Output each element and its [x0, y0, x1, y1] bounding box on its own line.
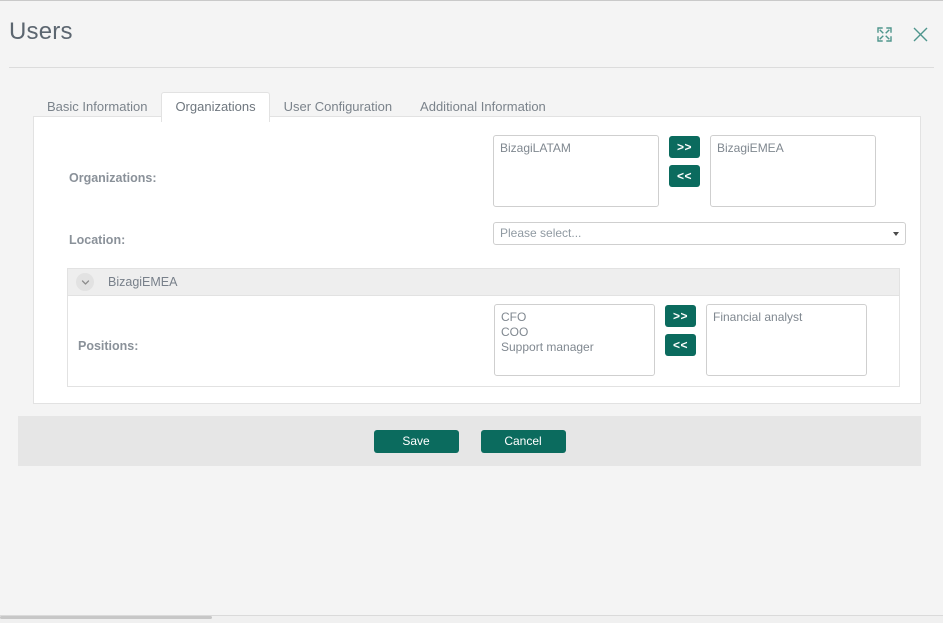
- organizations-field-row: Organizations: BizagiLATAM >> << BizagiE…: [52, 129, 902, 222]
- window-actions: [873, 23, 931, 45]
- list-item[interactable]: CFO: [495, 310, 654, 325]
- organizations-selected-list[interactable]: BizagiEMEA: [710, 135, 876, 207]
- close-icon[interactable]: [909, 23, 931, 45]
- positions-dual-list: CFO COO Support manager >> << Financial …: [494, 304, 867, 376]
- header-divider: [9, 67, 934, 68]
- list-item[interactable]: BizagiLATAM: [494, 141, 658, 156]
- list-item[interactable]: COO: [495, 325, 654, 340]
- positions-transfer-buttons: >> <<: [665, 305, 696, 356]
- positions-selected-list[interactable]: Financial analyst: [706, 304, 867, 376]
- org-section-header[interactable]: BizagiEMEA: [68, 269, 899, 296]
- cancel-button[interactable]: Cancel: [480, 429, 566, 453]
- list-item[interactable]: Support manager: [495, 340, 654, 355]
- org-section-bizagiemea: BizagiEMEA Positions: CFO COO Support ma…: [67, 268, 900, 387]
- location-field-row: Location: Please select...: [52, 222, 906, 262]
- dialog-header: Users: [0, 0, 943, 68]
- dialog-footer: Save Cancel: [18, 416, 921, 466]
- positions-add-button[interactable]: >>: [665, 305, 696, 327]
- organizations-dual-list: BizagiLATAM >> << BizagiEMEA: [493, 135, 876, 207]
- positions-label: Positions:: [78, 339, 139, 353]
- organizations-label: Organizations:: [69, 171, 157, 185]
- page-title: Users: [9, 18, 73, 45]
- tab-bar: Basic Information Organizations User Con…: [0, 92, 943, 123]
- positions-remove-button[interactable]: <<: [665, 334, 696, 356]
- org-section-title: BizagiEMEA: [108, 275, 178, 289]
- organizations-available-list[interactable]: BizagiLATAM: [493, 135, 659, 207]
- list-item[interactable]: BizagiEMEA: [711, 141, 875, 156]
- location-select[interactable]: Please select...: [493, 222, 906, 245]
- organizations-remove-button[interactable]: <<: [669, 165, 700, 187]
- expand-icon[interactable]: [873, 23, 895, 45]
- tab-organizations[interactable]: Organizations: [161, 92, 270, 123]
- positions-field-row: Positions: CFO COO Support manager >> <<…: [68, 296, 899, 386]
- chevron-down-icon[interactable]: [76, 273, 94, 291]
- chevron-down-icon: [893, 232, 899, 236]
- location-select-value: Please select...: [500, 226, 582, 240]
- save-button[interactable]: Save: [373, 429, 459, 453]
- organizations-add-button[interactable]: >>: [669, 136, 700, 158]
- horizontal-scrollbar[interactable]: [0, 616, 212, 619]
- location-label: Location:: [69, 233, 126, 247]
- organizations-transfer-buttons: >> <<: [669, 136, 700, 187]
- organizations-panel: Organizations: BizagiLATAM >> << BizagiE…: [33, 116, 921, 404]
- list-item[interactable]: Financial analyst: [707, 310, 866, 325]
- positions-available-list[interactable]: CFO COO Support manager: [494, 304, 655, 376]
- users-dialog: Users Basic Information Organizations Us…: [0, 0, 943, 623]
